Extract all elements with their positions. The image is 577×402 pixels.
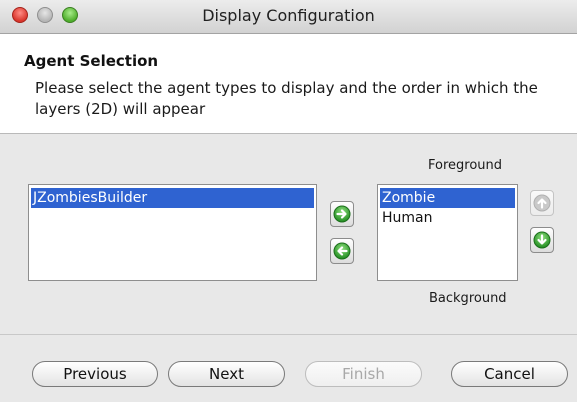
list-item[interactable]: JZombiesBuilder (31, 188, 314, 208)
arrow-right-icon (333, 205, 351, 223)
step-description: Please select the agent types to display… (35, 79, 538, 118)
add-agent-button[interactable] (330, 201, 354, 227)
wizard-header: Agent Selection Please select the agent … (0, 34, 577, 134)
next-button[interactable]: Next (168, 361, 285, 387)
arrow-up-icon (533, 194, 551, 212)
remove-agent-button[interactable] (330, 238, 354, 264)
title-bar[interactable]: Display Configuration (0, 0, 577, 34)
cancel-button[interactable]: Cancel (451, 361, 568, 387)
displayed-agents-list[interactable]: Zombie Human (377, 184, 518, 281)
window-title: Display Configuration (202, 6, 375, 25)
arrow-down-icon (533, 231, 551, 249)
arrow-left-icon (333, 242, 351, 260)
previous-button[interactable]: Previous (32, 361, 158, 387)
footer-divider (0, 334, 577, 335)
background-label: Background (429, 291, 507, 306)
list-item[interactable]: Zombie (380, 188, 515, 208)
step-heading: Agent Selection (24, 52, 159, 70)
foreground-label: Foreground (428, 158, 503, 173)
available-agents-list[interactable]: JZombiesBuilder (28, 184, 317, 281)
finish-button[interactable]: Finish (305, 361, 422, 387)
move-up-button[interactable] (530, 190, 554, 216)
display-configuration-window: Display Configuration Agent Selection Pl… (0, 0, 577, 402)
move-down-button[interactable] (530, 227, 554, 253)
list-item[interactable]: Human (380, 208, 515, 228)
